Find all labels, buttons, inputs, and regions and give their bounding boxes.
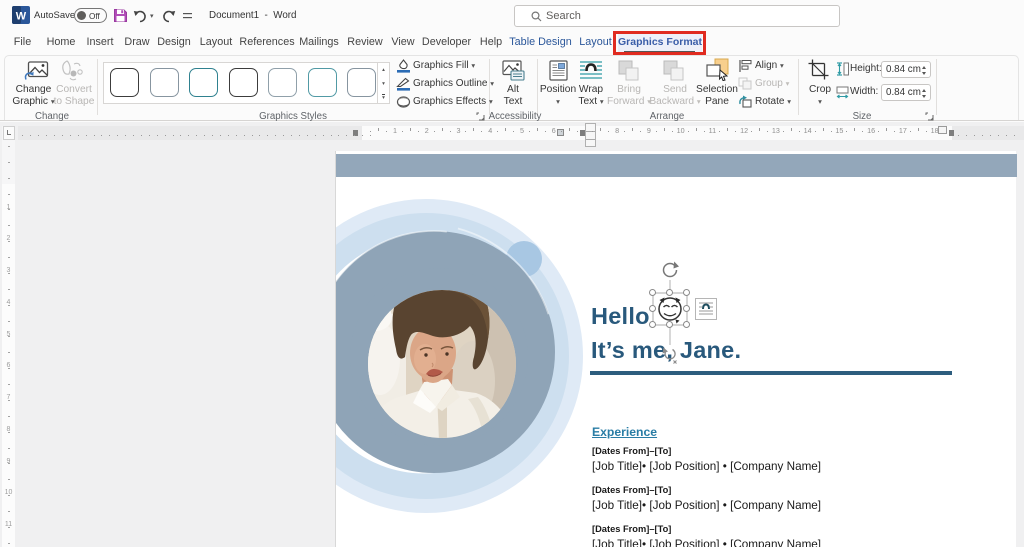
svg-text:W: W	[16, 11, 27, 23]
